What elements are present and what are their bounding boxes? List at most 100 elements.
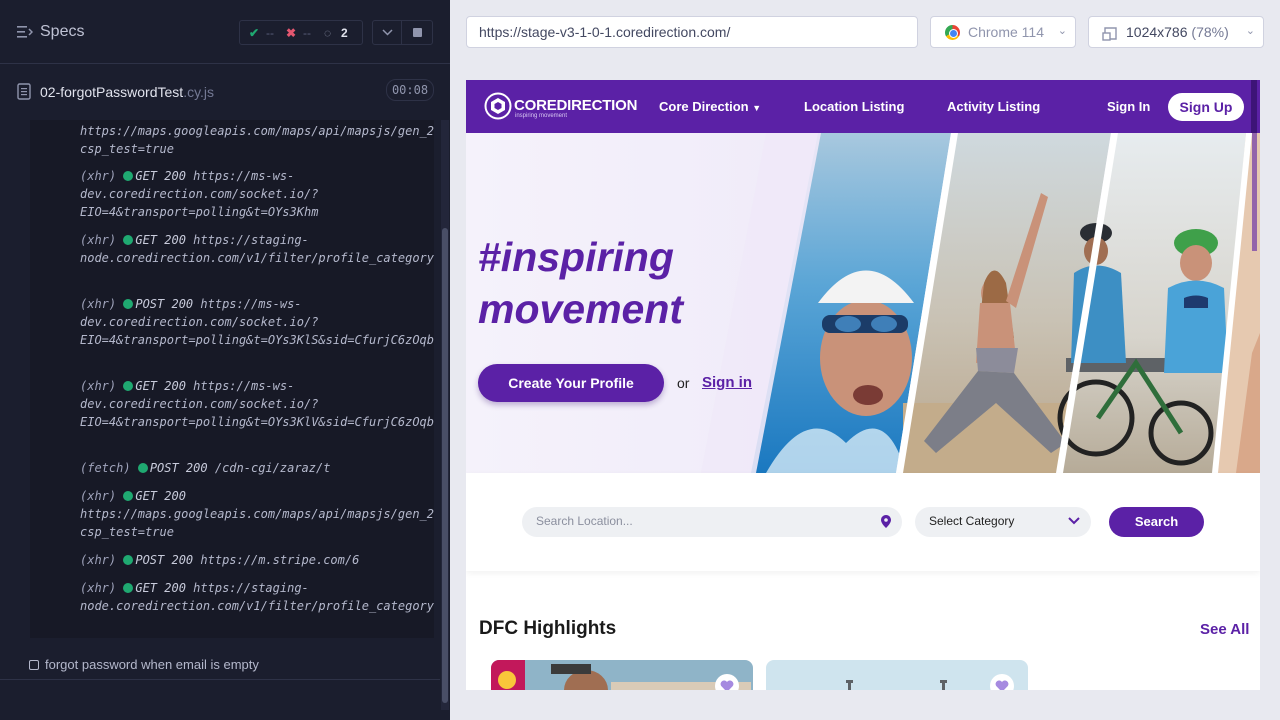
stop-icon [413, 28, 422, 37]
nav-sign-in[interactable]: Sign In [1107, 99, 1150, 114]
log-method: GET 200 [135, 169, 186, 183]
test-name: forgot password when email is empty [45, 657, 259, 672]
logo-mark-icon [484, 92, 512, 120]
chevron-down-icon [1068, 517, 1080, 525]
specs-title[interactable]: Specs [40, 23, 84, 41]
specs-list-icon[interactable] [17, 25, 33, 39]
viewport-icon [1102, 27, 1117, 41]
spec-file-basename: 02-forgotPasswordTest [40, 84, 184, 100]
log-type: (xhr) [80, 379, 117, 393]
stop-button[interactable] [401, 20, 433, 45]
status-dot-icon [123, 583, 134, 593]
log-type: (xhr) [80, 297, 117, 311]
spec-file-header[interactable]: 02-forgotPasswordTest.cy.js 00:08 [0, 76, 450, 108]
log-entry[interactable]: (xhr) GET 200 https://staging-node.cored… [80, 579, 434, 615]
location-pin-icon[interactable] [881, 515, 891, 528]
heart-icon [995, 680, 1009, 690]
hero-title-line-2: movement [478, 286, 684, 332]
search-card: Search Location... Select Category Searc… [466, 473, 1260, 571]
highlight-card[interactable] [491, 660, 753, 690]
expand-collapse-button[interactable] [372, 20, 402, 45]
status-dot-icon [123, 299, 134, 309]
hero-title-line-1: #inspiring [478, 234, 674, 280]
log-method: GET 200 [135, 233, 186, 247]
highlight-card[interactable] [766, 660, 1028, 690]
log-url: https://staging-node.coredirection.com/v… [80, 581, 434, 614]
nav-activity-listing[interactable]: Activity Listing [947, 99, 1040, 114]
log-url: https://maps.googleapis.com/maps/api/map… [80, 507, 434, 540]
nav-core-direction[interactable]: Core Direction ▼ [659, 99, 761, 114]
log-entry[interactable]: (xhr) POST 200 https://m.stripe.com/6 [80, 551, 430, 569]
see-all-link[interactable]: See All [1200, 621, 1249, 638]
nav-location-listing[interactable]: Location Listing [804, 99, 904, 114]
category-select[interactable]: Select Category [915, 507, 1091, 537]
viewport-label: 1024x786 (78%) [1126, 24, 1229, 40]
test-status-icon [29, 660, 39, 670]
x-icon: ✖ [286, 26, 297, 40]
log-entry[interactable]: (xhr) GET 200 https://ms-ws-dev.coredire… [80, 377, 434, 432]
create-profile-button[interactable]: Create Your Profile [478, 364, 664, 402]
frame-scrollbar[interactable] [1252, 133, 1257, 251]
logo-tagline: inspiring movement [515, 113, 568, 119]
highlight-card-image [491, 660, 753, 690]
log-entry[interactable]: (xhr) GET 200 https://ms-ws-dev.coredire… [80, 167, 430, 222]
chevron-down-icon: ⌄ [1245, 25, 1255, 37]
log-type: (xhr) [80, 581, 117, 595]
log-entry[interactable]: (xhr) POST 200 https://ms-ws-dev.coredir… [80, 295, 434, 350]
log-type: (xhr) [80, 233, 117, 247]
log-scrollbar-thumb[interactable] [442, 228, 448, 703]
status-dot-icon [123, 381, 134, 391]
viewport-scale: (78%) [1191, 24, 1229, 40]
file-icon [17, 83, 31, 100]
log-entry[interactable]: (fetch) POST 200 /cdn-cgi/zaraz/t [80, 459, 430, 477]
browser-label: Chrome 114 [968, 24, 1045, 40]
log-url: https://ms-ws-dev.coredirection.com/sock… [80, 297, 434, 348]
url-bar[interactable]: https://stage-v3-1-0-1.coredirection.com… [466, 16, 918, 48]
hero-or-text: or [677, 375, 690, 391]
app-under-test-frame: COREDIRECTION inspiring movement Core Di… [466, 80, 1260, 690]
navbar-edge [1251, 80, 1257, 133]
log-url: https://ms-ws-dev.coredirection.com/sock… [80, 169, 319, 220]
browser-selector[interactable]: Chrome 114 ⌄ [930, 16, 1076, 48]
chevron-down-icon: ⌄ [1057, 25, 1067, 37]
specs-header: Specs ✔ -- ✖ -- ◌ 2 [0, 0, 450, 64]
highlights-title: DFC Highlights [479, 618, 617, 639]
test-item[interactable]: forgot password when email is empty [0, 650, 440, 680]
log-type: (xhr) [80, 169, 117, 183]
log-entry[interactable]: (xhr) GET 200 https://staging-node.cored… [80, 231, 434, 267]
log-method: POST 200 [135, 297, 194, 311]
heart-icon [720, 680, 734, 690]
site-navbar: COREDIRECTION inspiring movement Core Di… [466, 80, 1260, 133]
command-log[interactable]: https://maps.googleapis.com/maps/api/map… [30, 120, 434, 638]
nav-sign-up-button[interactable]: Sign Up [1168, 93, 1244, 121]
log-entry[interactable]: (xhr) GET 200 https://maps.googleapis.co… [80, 487, 434, 542]
log-url: /cdn-cgi/zaraz/t [214, 461, 331, 475]
status-dot-icon [137, 463, 148, 473]
hero-section: #inspiring movement Create Your Profile … [466, 133, 1260, 473]
preview-panel: https://stage-v3-1-0-1.coredirection.com… [450, 0, 1280, 720]
log-method: GET 200 [135, 379, 186, 393]
log-type: (xhr) [80, 489, 117, 503]
log-type: (xhr) [80, 553, 117, 567]
status-dot-icon [123, 235, 134, 245]
log-url: https://m.stripe.com/6 [200, 553, 360, 567]
log-url: https://maps.googleapis.com/maps/api/map… [80, 124, 434, 157]
log-entry[interactable]: https://maps.googleapis.com/maps/api/map… [80, 122, 434, 158]
status-dot-icon [123, 171, 134, 181]
viewport-size: 1024x786 [1126, 24, 1188, 40]
hero-title: #inspiring movement [478, 231, 798, 335]
log-method: GET 200 [135, 581, 186, 595]
log-method: GET 200 [135, 489, 186, 503]
hero-sign-in-link[interactable]: Sign in [702, 374, 752, 391]
search-location-input[interactable]: Search Location... [522, 507, 902, 537]
log-method: POST 200 [149, 461, 208, 475]
site-logo[interactable]: COREDIRECTION inspiring movement [484, 92, 654, 122]
chrome-icon [945, 25, 960, 40]
viewport-selector[interactable]: 1024x786 (78%) ⌄ [1088, 16, 1264, 48]
search-button[interactable]: Search [1109, 507, 1204, 537]
log-url: https://staging-node.coredirection.com/v… [80, 233, 434, 266]
chevron-down-icon [382, 29, 393, 36]
nav-core-direction-label: Core Direction [659, 99, 749, 114]
spec-file-ext: .cy.js [183, 84, 215, 100]
spec-file-name: 02-forgotPasswordTest.cy.js [40, 84, 214, 100]
